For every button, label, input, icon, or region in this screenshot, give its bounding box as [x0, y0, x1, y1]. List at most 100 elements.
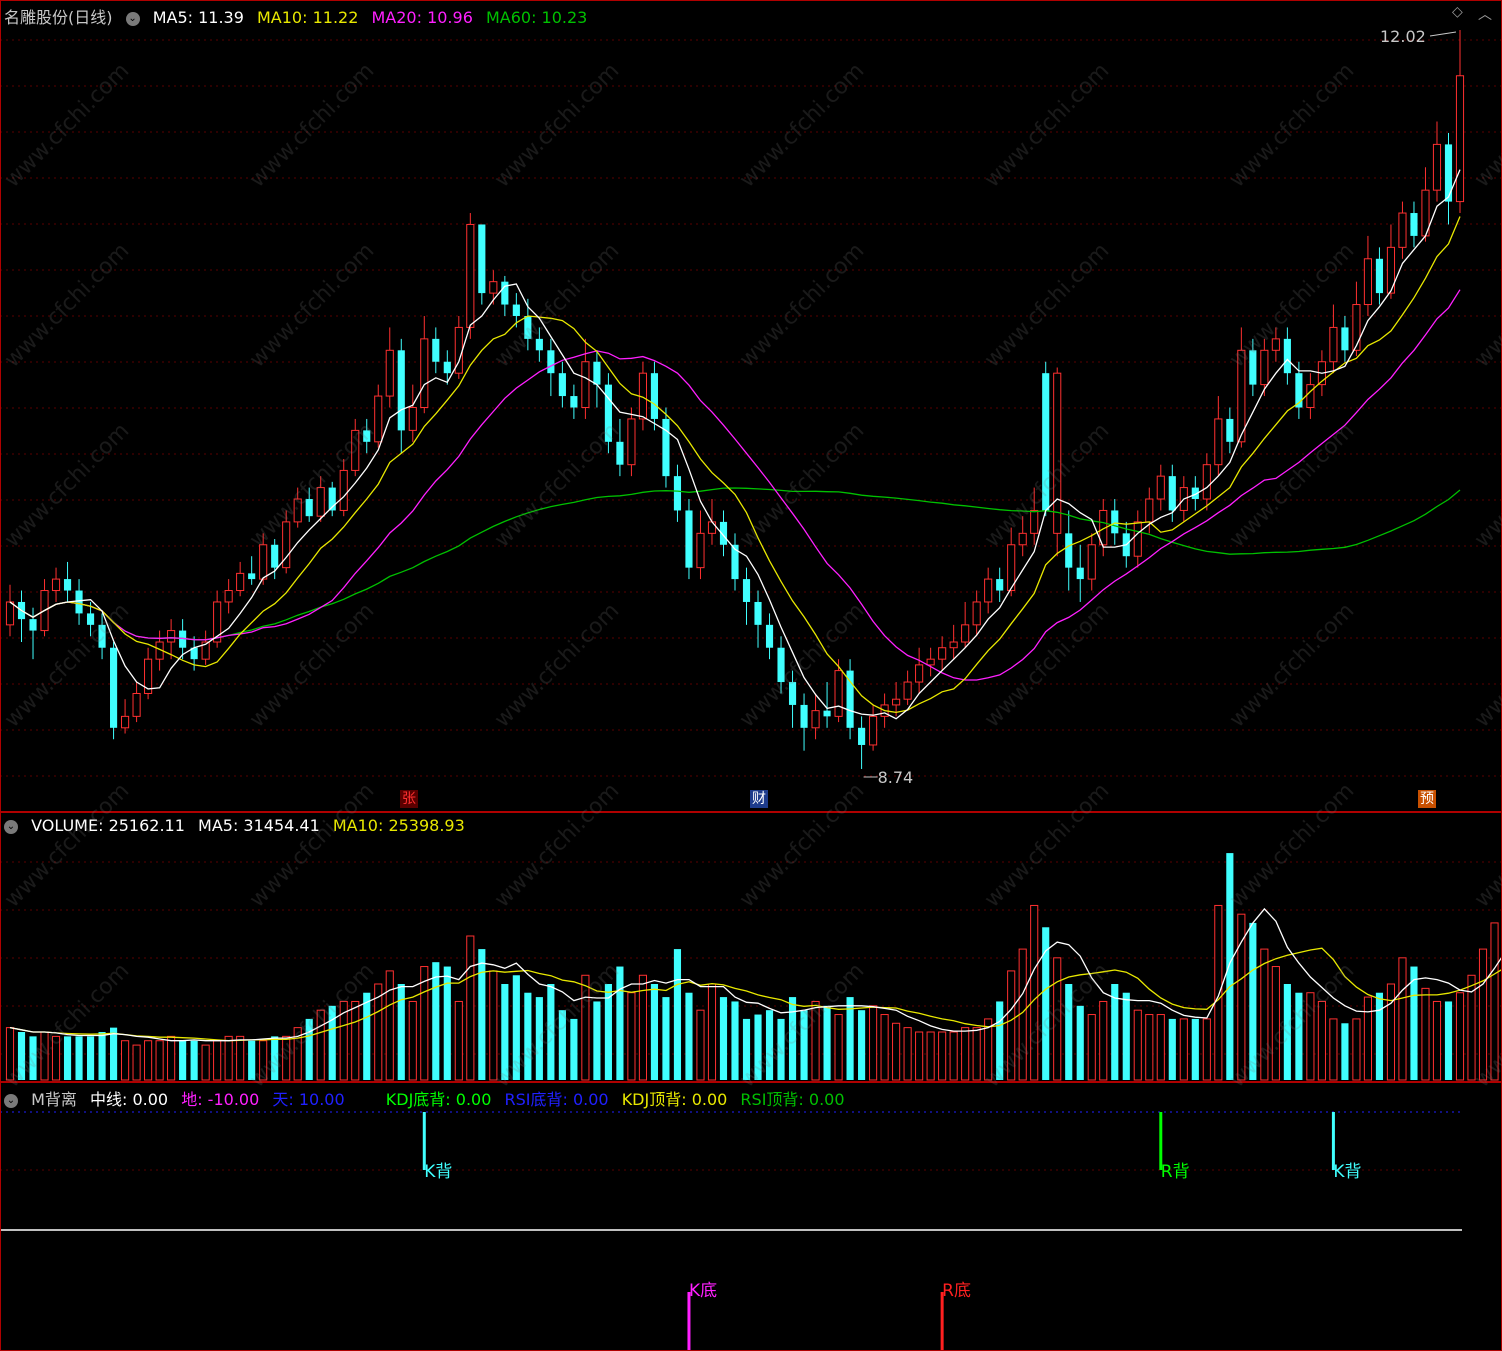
- volume-bar: [478, 949, 486, 1080]
- candle-body: [98, 624, 106, 648]
- candle: [984, 567, 993, 614]
- candle-body: [63, 579, 72, 591]
- candle-body: [524, 315, 532, 339]
- price-chart-pane[interactable]: 12.02 8.74 名雕股份(日线) ⌄ MA5: 11.39 MA10: 11…: [0, 0, 1502, 812]
- candle-body: [466, 223, 475, 328]
- volume-bar: [570, 1018, 578, 1080]
- volume-bar: [248, 1040, 256, 1080]
- volume-bar: [17, 1032, 26, 1080]
- candle: [236, 561, 245, 597]
- candle: [1214, 396, 1223, 477]
- event-marker-yu[interactable]: 预: [1418, 790, 1436, 808]
- candle: [892, 682, 901, 717]
- candle: [5, 584, 15, 637]
- candle: [1226, 407, 1234, 454]
- volume-bar: [777, 1018, 785, 1080]
- candle-body: [996, 579, 1004, 591]
- volume-bar: [1226, 853, 1234, 1080]
- volume-bar: [1249, 922, 1257, 1080]
- volume-bar: [282, 1035, 291, 1081]
- candle-body: [570, 396, 578, 408]
- volume-chart[interactable]: [0, 812, 1502, 1082]
- ma60-label: MA60: 10.23: [485, 8, 588, 27]
- volume-bar: [892, 1022, 901, 1081]
- candle: [282, 510, 291, 574]
- divergence-indicator-pane[interactable]: K背R背K背R背M顶K底R底 ⌄ M背离 中线: 0.00 地: -10.00 …: [0, 1082, 1502, 1351]
- volume-bar: [155, 1040, 164, 1081]
- candle: [248, 556, 256, 585]
- volume-bar: [1478, 948, 1488, 1081]
- volume-bar: [1168, 1018, 1176, 1080]
- candle: [685, 499, 693, 580]
- candle-body: [961, 624, 970, 643]
- candle-body: [892, 698, 901, 706]
- volume-bar: [696, 1009, 705, 1081]
- candle: [408, 384, 417, 442]
- tian-label: 天: 10.00: [272, 1090, 345, 1109]
- volume-bar: [432, 962, 440, 1080]
- volume-bar: [800, 1010, 808, 1080]
- event-marker-cai[interactable]: 财: [750, 790, 768, 808]
- candle-body: [1363, 258, 1373, 306]
- high-price-label: 12.02: [1380, 27, 1426, 46]
- volume-bar: [972, 1027, 981, 1081]
- volume-bar: [397, 984, 405, 1080]
- candle: [858, 716, 866, 769]
- candle: [1260, 338, 1269, 397]
- collapse-icon[interactable]: ⌄: [125, 11, 140, 26]
- candle: [593, 350, 601, 408]
- volume-bar: [558, 1010, 566, 1080]
- divergence-chart[interactable]: K背R背K背R背M顶K底R底: [0, 1082, 1502, 1351]
- high-arrow: [1429, 31, 1457, 37]
- candle-body: [236, 572, 245, 592]
- volume-bar: [75, 1036, 83, 1080]
- candle: [742, 567, 751, 625]
- volume-chart-pane[interactable]: ⌄ VOLUME: 25162.11 MA5: 31454.41 MA10: 2…: [0, 812, 1502, 1082]
- volume-bar: [1375, 992, 1384, 1080]
- volume-bar: [1421, 987, 1430, 1081]
- candle-body: [1168, 476, 1176, 511]
- candle: [1455, 30, 1465, 214]
- candle-body: [869, 715, 878, 746]
- candle: [627, 407, 636, 477]
- candle-body: [1111, 510, 1119, 534]
- candle: [570, 384, 578, 419]
- chevron-up-icon[interactable]: ︿: [1478, 4, 1492, 24]
- candle-body: [604, 384, 612, 442]
- candle-body: [650, 373, 659, 419]
- candle-body: [788, 682, 797, 705]
- candle-body: [949, 641, 958, 649]
- volume-bar: [201, 1044, 210, 1081]
- candle-body: [1249, 350, 1257, 385]
- volume-bar: [1179, 1018, 1188, 1081]
- volume-bar: [1444, 1001, 1453, 1080]
- price-chart[interactable]: 12.02 8.74: [0, 0, 1502, 812]
- candle: [811, 693, 820, 740]
- candle-body: [1226, 418, 1234, 442]
- candle-body: [984, 578, 993, 603]
- low-price-label: 8.74: [878, 768, 914, 787]
- candle: [466, 213, 475, 339]
- volume-bar: [915, 1031, 924, 1081]
- candle-body: [558, 373, 566, 397]
- candle: [420, 315, 429, 414]
- candle-body: [1030, 509, 1039, 534]
- signal-label: R底: [942, 1281, 971, 1301]
- collapse-icon[interactable]: ⌄: [4, 819, 18, 834]
- collapse-icon[interactable]: ⌄: [4, 1093, 18, 1108]
- candle-body: [858, 727, 866, 745]
- candle-body: [420, 338, 429, 409]
- candle: [1329, 304, 1338, 374]
- event-marker-zhang[interactable]: 张: [400, 790, 418, 808]
- volume-bar: [98, 1032, 106, 1080]
- volume-bar: [1329, 1018, 1338, 1081]
- ma20-line: [9, 289, 1461, 681]
- volume-bar: [1133, 1009, 1142, 1081]
- volume-bar: [190, 1040, 198, 1080]
- volume-bar: [1191, 1018, 1199, 1080]
- volume-bar: [627, 992, 636, 1081]
- volume-bar: [685, 992, 693, 1080]
- candle: [949, 624, 958, 660]
- diamond-icon[interactable]: ◇: [1452, 4, 1463, 20]
- candle-body: [972, 601, 981, 626]
